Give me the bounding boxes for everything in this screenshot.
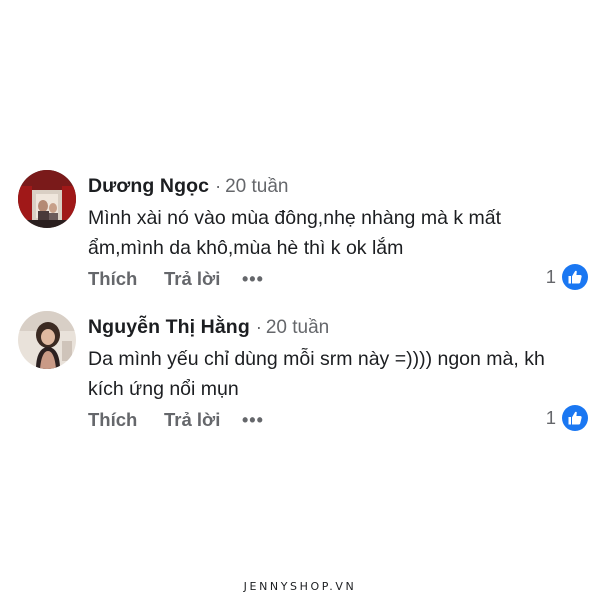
comments-screenshot: Dương Ngọc · 20 tuần Mình xài nó vào mùa đ… [0, 0, 600, 600]
reaction-count: 1 [545, 407, 556, 428]
reply-button[interactable]: Trả lời [164, 407, 242, 433]
author-name[interactable]: Nguyễn Thị Hằng [88, 316, 250, 338]
avatar[interactable] [18, 311, 76, 369]
more-options-icon[interactable]: ••• [242, 407, 264, 433]
like-button[interactable]: Thích [88, 407, 164, 433]
like-icon [562, 405, 588, 431]
separator-dot: · [215, 176, 222, 196]
comment-actions: Thích Trả lời ••• [88, 266, 264, 292]
comment-header: Dương Ngọc · 20 tuần [88, 170, 583, 202]
comment-actions: Thích Trả lời ••• [88, 407, 264, 433]
reaction-summary[interactable]: 1 [546, 262, 588, 292]
like-button[interactable]: Thích [88, 266, 164, 292]
reaction-count: 1 [545, 266, 556, 287]
like-icon [562, 264, 588, 290]
separator-dot: · [255, 317, 262, 337]
more-options-icon[interactable]: ••• [242, 266, 264, 292]
reply-button[interactable]: Trả lời [164, 266, 242, 292]
reaction-summary[interactable]: 1 [546, 403, 588, 433]
timestamp[interactable]: 20 tuần [266, 317, 329, 338]
watermark: JENNYSHOP.VN [243, 580, 357, 593]
comment-text: Mình xài nó vào mùa đông,nhẹ nhàng mà k … [88, 207, 502, 259]
author-name[interactable]: Dương Ngọc [88, 175, 209, 197]
comment-header: Nguyễn Thị Hằng · 20 tuần [88, 311, 583, 343]
avatar[interactable] [18, 170, 76, 228]
timestamp[interactable]: 20 tuần [225, 176, 288, 197]
comment-text: Da mình yếu chỉ dùng mỗi srm này =)))) n… [88, 348, 545, 400]
